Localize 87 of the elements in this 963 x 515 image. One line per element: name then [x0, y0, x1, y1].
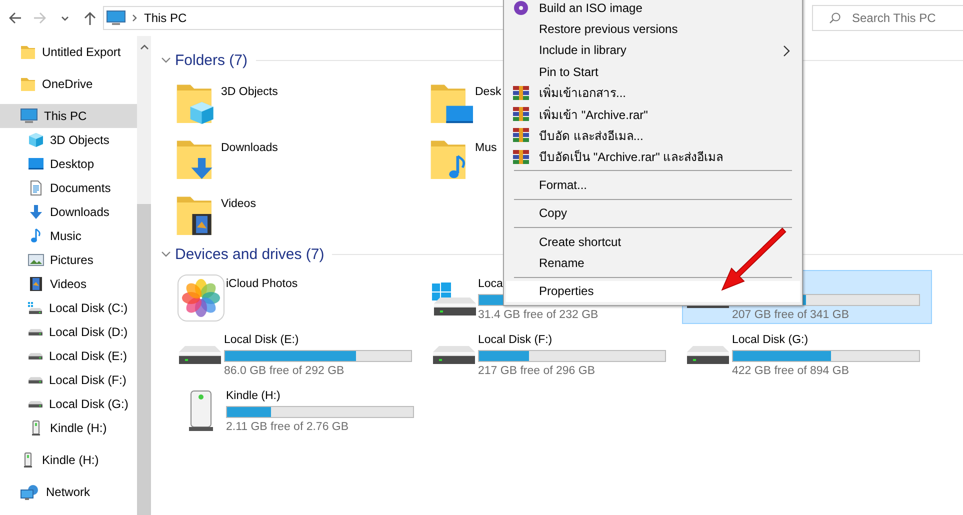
folder-icon: [20, 76, 36, 92]
free-space-text: 207 GB free of 341 GB: [732, 308, 850, 323]
sidebar-item[interactable]: Music: [0, 224, 137, 248]
drive-icon: [177, 344, 223, 364]
sidebar-item[interactable]: Documents: [0, 176, 137, 200]
left-arrow-icon[interactable]: [6, 10, 23, 26]
drive-icon: [28, 302, 43, 314]
drive-icon: [28, 376, 43, 384]
sidebar-item[interactable]: Desktop: [0, 152, 137, 176]
sidebar-item[interactable]: This PC: [0, 104, 137, 128]
drive-name[interactable]: Kindle (H:): [226, 388, 414, 404]
archive-icon: [513, 84, 529, 101]
drive-name[interactable]: Local Disk (F:): [478, 332, 666, 348]
flower-icon: [177, 274, 225, 322]
screen-icon: [28, 156, 44, 172]
free-space-text: 217 GB free of 296 GB: [478, 364, 596, 379]
up-arrow-icon[interactable]: [82, 10, 98, 26]
archive-icon: [513, 106, 529, 122]
free-space-text: 422 GB free of 894 GB: [732, 364, 850, 379]
search-icon: [829, 12, 841, 24]
sidebar-item[interactable]: Network: [0, 480, 137, 504]
expand-chevron-icon[interactable]: [161, 250, 171, 258]
sidebar-item[interactable]: Pictures: [0, 248, 137, 272]
group-header[interactable]: Devices and drives (7): [175, 246, 324, 262]
sidebar-item[interactable]: Local Disk (F:): [0, 368, 137, 392]
folder-name[interactable]: Downloads: [221, 134, 278, 154]
folder-name[interactable]: 3D Objects: [221, 78, 278, 98]
drive-icon: [685, 344, 731, 364]
archive-icon: [513, 148, 529, 165]
folder-name[interactable]: Mus: [475, 134, 497, 154]
monitor-icon: [106, 9, 126, 27]
monitor-icon: [20, 108, 38, 124]
drive-tile[interactable]: Local Disk (E:) 86.0 GB free of 292 GB: [174, 326, 424, 380]
film-icon: [28, 276, 44, 292]
menu-item[interactable]: Properties: [506, 280, 800, 302]
sidebar-item[interactable]: Local Disk (C:): [0, 296, 137, 320]
folder-name[interactable]: Videos: [221, 190, 256, 210]
drive-name[interactable]: Local Disk (E:): [224, 332, 412, 348]
sidebar-item[interactable]: Kindle (H:): [0, 416, 137, 440]
group-header[interactable]: Folders (7): [175, 52, 248, 68]
sidebar-item[interactable]: Untitled Export: [0, 40, 137, 64]
breadcrumb-item[interactable]: This PC: [144, 11, 187, 25]
drive-icon: [28, 400, 43, 408]
scroll-up-icon[interactable]: [140, 44, 148, 50]
drive-name[interactable]: iCloud Photos: [226, 276, 298, 292]
drive-name[interactable]: Local Disk (G:): [732, 332, 920, 348]
sidebar-item[interactable]: Videos: [0, 272, 137, 296]
sidebar-item[interactable]: Local Disk (D:): [0, 320, 137, 344]
drive-icon: [431, 280, 477, 316]
sidebar-item[interactable]: OneDrive: [0, 72, 137, 96]
free-space-text: 2.11 GB free of 2.76 GB: [226, 420, 350, 435]
search-field[interactable]: Search This PC: [812, 5, 963, 31]
sidebar-item[interactable]: Local Disk (G:): [0, 392, 137, 416]
drive-tile[interactable]: Local Disk (F:) 217 GB free of 296 GB: [428, 326, 678, 380]
drive-icon: [431, 344, 477, 364]
menu-item[interactable]: Include in library: [506, 40, 800, 61]
menu-item[interactable]: เพิ่มเข้า "Archive.rar": [506, 103, 800, 125]
free-space-text: 31.4 GB free of 232 GB: [478, 308, 600, 323]
submenu-chevron-icon: [783, 44, 790, 57]
menu-item[interactable]: บีบอัดเป็น "Archive.rar" และส่งอีเมล: [506, 146, 800, 168]
drive-icon: [28, 352, 43, 360]
menu-item[interactable]: Format...: [506, 174, 800, 196]
breadcrumb-chevron-icon: [132, 14, 138, 22]
cube-icon: [28, 132, 44, 148]
sidebar-item[interactable]: Local Disk (E:): [0, 344, 137, 368]
drive-tile[interactable]: iCloud Photos: [174, 270, 424, 324]
folder-icon: [20, 44, 36, 60]
scrollbar-thumb[interactable]: [137, 204, 151, 515]
menu-item[interactable]: เพิ่มเข้าเอกสาร...: [506, 82, 800, 104]
sidebar-item[interactable]: 3D Objects: [0, 128, 137, 152]
expand-chevron-icon[interactable]: [161, 56, 171, 64]
sidebar-item[interactable]: Kindle (H:): [0, 448, 137, 472]
network-icon: [20, 484, 40, 500]
free-space-text: 86.0 GB free of 292 GB: [224, 364, 346, 379]
drive-tile[interactable]: Local Disk (G:) 422 GB free of 894 GB: [682, 326, 932, 380]
menu-item[interactable]: Copy: [506, 202, 800, 224]
menu-item[interactable]: Pin to Start: [506, 60, 800, 82]
document-icon: [28, 180, 44, 196]
picture-icon: [28, 252, 44, 268]
down-arrow-icon: [28, 204, 44, 220]
folder-name[interactable]: Desk: [475, 78, 502, 98]
drive-tile[interactable]: Kindle (H:) 2.11 GB free of 2.76 GB: [174, 382, 424, 436]
drive-icon: [28, 328, 43, 336]
archive-icon: [513, 127, 529, 144]
menu-item[interactable]: Create shortcut: [506, 230, 800, 252]
sidebar-item[interactable]: Downloads: [0, 200, 137, 224]
menu-item[interactable]: บีบอัด และส่งอีเมล...: [506, 124, 800, 146]
